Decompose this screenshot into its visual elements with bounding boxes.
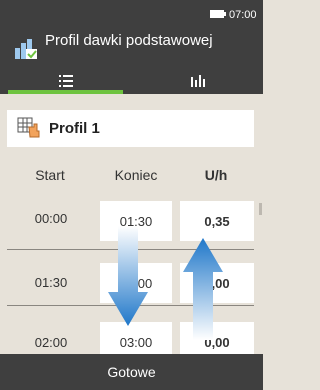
page-title: Profil dawki podstawowej — [45, 32, 213, 49]
scrollbar-thumb[interactable] — [259, 203, 262, 215]
row-start-time: 02:00 — [34, 335, 68, 350]
column-header-end: Koniec — [114, 167, 158, 183]
profile-grid-icon — [17, 117, 40, 138]
battery-icon — [210, 10, 224, 18]
arrow-up-icon — [183, 238, 223, 340]
arrow-down-icon — [108, 226, 148, 326]
rate-cell[interactable]: 0,35 — [180, 201, 254, 241]
column-header-start: Start — [35, 167, 65, 183]
row-start-time: 00:00 — [34, 211, 68, 226]
column-header-rate: U/h — [204, 167, 228, 183]
clock: 07:00 — [229, 9, 257, 21]
list-icon — [58, 75, 73, 87]
done-button[interactable]: Gotowe — [0, 354, 263, 390]
bar-chart-icon — [190, 75, 205, 87]
battery-tip — [224, 12, 226, 16]
status-bar: 07:00 — [0, 0, 263, 30]
title-bar: Profil dawki podstawowej — [0, 30, 263, 68]
profile-card[interactable]: Profil 1 — [7, 110, 254, 147]
tab-selected-indicator — [8, 90, 123, 94]
profile-name: Profil 1 — [49, 120, 100, 137]
row-start-time: 01:30 — [34, 275, 68, 290]
basal-profile-icon — [15, 39, 37, 59]
tab-bar — [0, 68, 263, 94]
tab-list[interactable] — [0, 68, 131, 94]
tab-chart[interactable] — [132, 68, 263, 94]
